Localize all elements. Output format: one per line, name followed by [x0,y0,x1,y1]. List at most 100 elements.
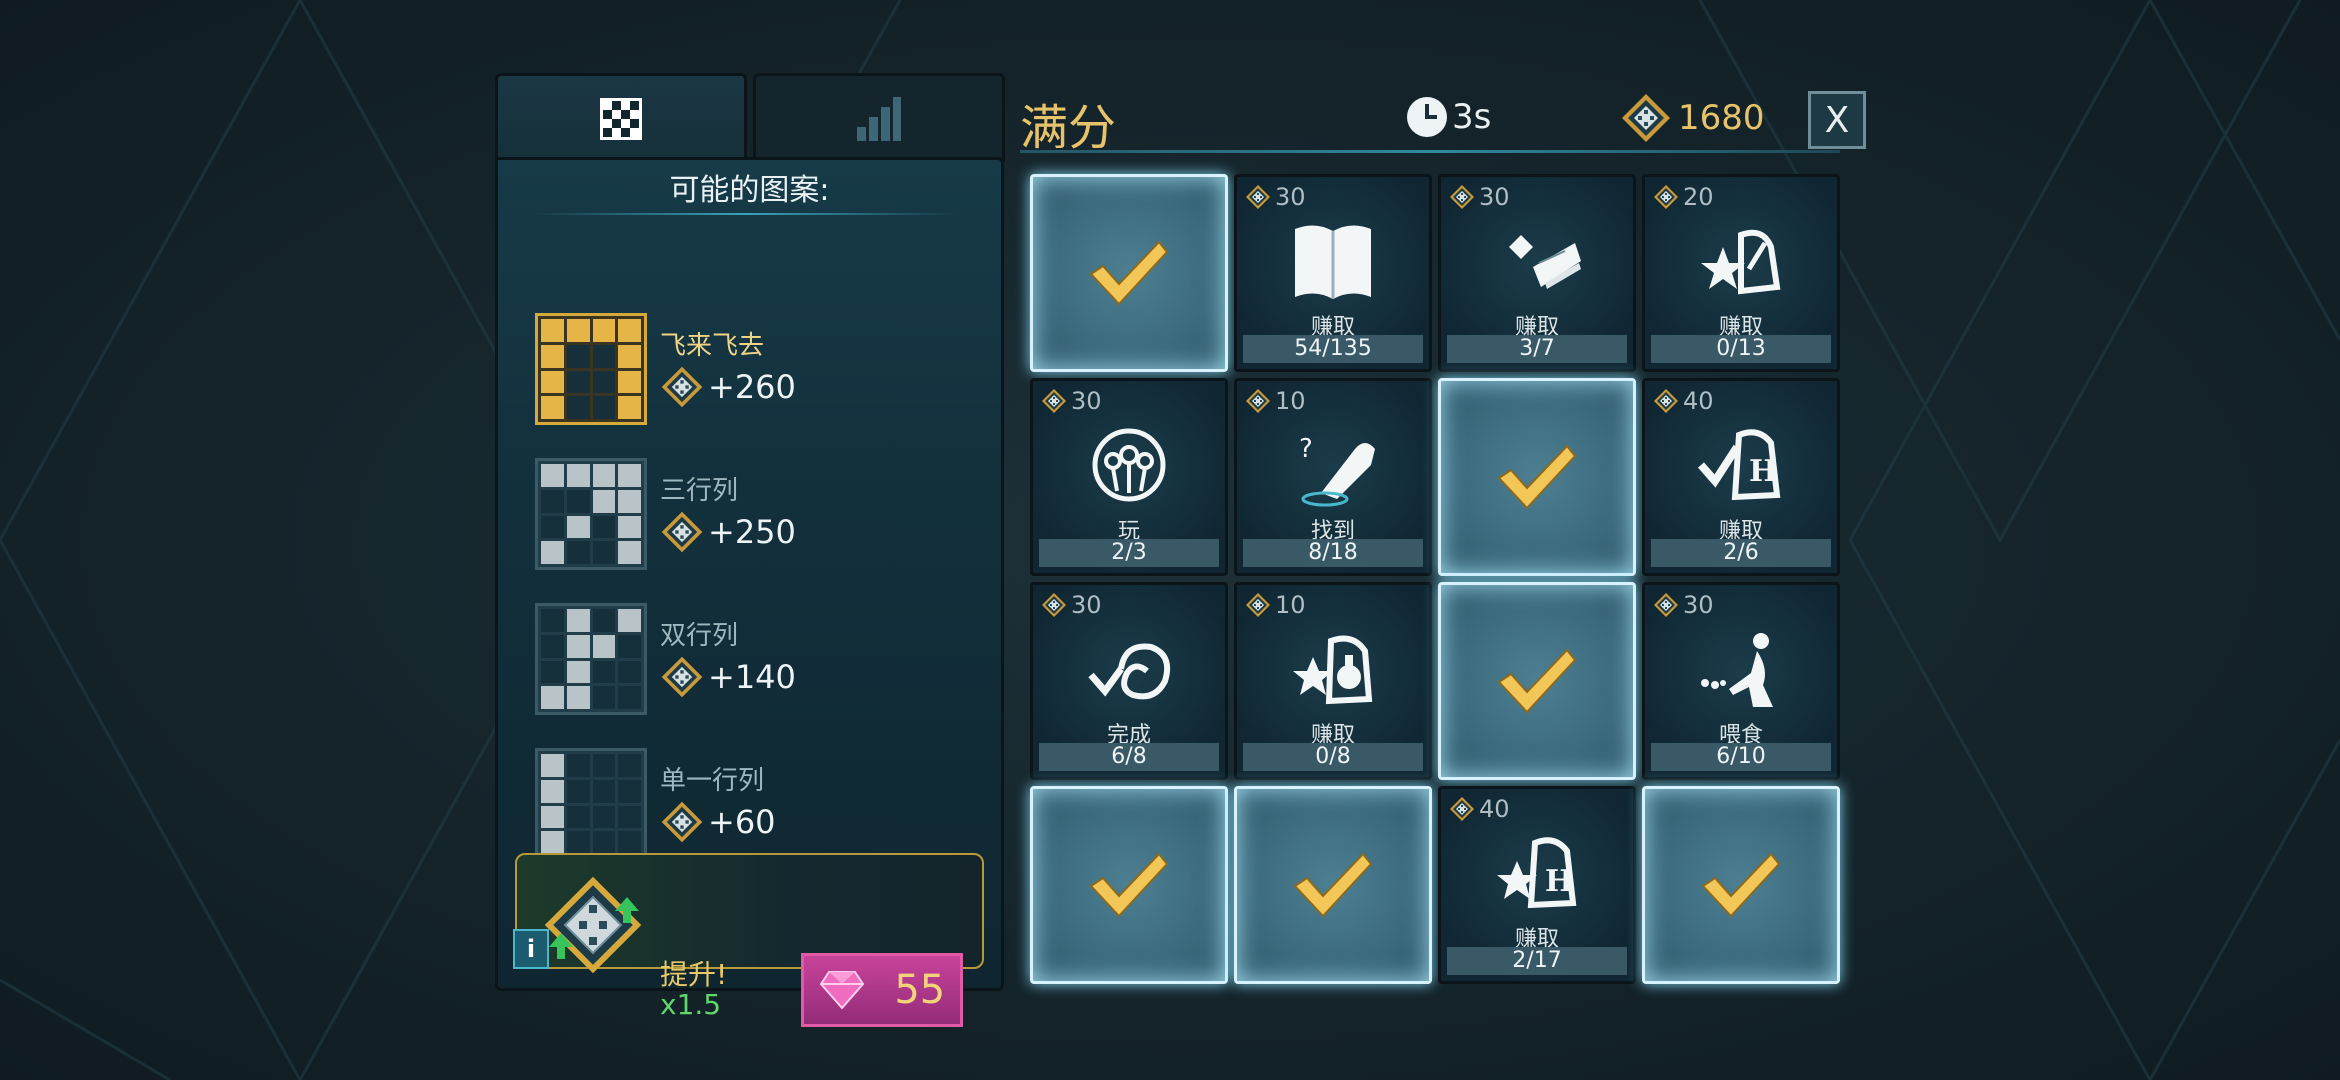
tile-reward-value: 20 [1683,183,1714,211]
challenge-tile[interactable]: 40 H 赚取 2/17 [1438,786,1636,984]
tile-progress: 2/17 [1447,947,1627,975]
tile-reward: 20 [1653,183,1714,211]
diamond-coin-icon [1246,185,1270,209]
pattern-cell [541,634,564,658]
tile-reward: 10 [1245,591,1306,619]
pattern-cell [566,779,590,803]
tile-reward: 30 [1653,591,1714,619]
coin-balance: 1680 [1620,92,1765,144]
challenge-tile[interactable]: 30 赚取 3/7 [1438,174,1636,372]
checkmark-icon [1701,852,1781,918]
pattern-cell [566,634,590,658]
checkmark-icon [1293,852,1373,918]
title-divider [535,213,955,215]
pattern-cell [592,344,616,368]
tile-progress: 6/10 [1651,743,1831,771]
completed-tile[interactable] [1438,582,1636,780]
bar-stats-icon [857,97,901,141]
pattern-cell [592,541,616,564]
challenge-tile[interactable]: 30 喂食 6/10 [1642,582,1840,780]
boost-buy-button[interactable]: 55 [801,953,963,1027]
pattern-cell [541,464,564,487]
pattern-cell [541,686,564,709]
pattern-cell [541,660,564,684]
pattern-cell [541,805,564,829]
completed-tile[interactable] [1234,786,1432,984]
pattern-cell [541,609,564,632]
tile-reward-value: 30 [1479,183,1510,211]
pattern-cell [618,609,641,632]
pattern-name: 双行列 [660,621,739,651]
diamond-coin-icon [1654,389,1678,413]
pattern-reward: +140 [660,655,796,699]
tab-patterns[interactable] [495,73,747,162]
tile-reward-value: 40 [1683,387,1714,415]
pattern-cell [618,370,641,394]
pattern-cell [592,754,616,777]
pattern-grid [535,603,647,715]
diamond-coin-icon [1246,389,1270,413]
pattern-cell [541,489,564,513]
tile-progress: 2/3 [1039,539,1219,567]
timer: 3s [1406,96,1491,138]
header-divider [1020,150,1840,153]
checkmark-icon [1089,852,1169,918]
tile-progress: 0/8 [1243,743,1423,771]
checkmark-icon [1497,648,1577,714]
pattern-name: 飞来飞去 [660,331,765,361]
diamond-coin-icon [1654,185,1678,209]
challenge-tile[interactable]: 30 玩 2/3 [1030,378,1228,576]
pattern-cell [566,660,590,684]
tile-reward: 40 [1449,795,1510,823]
svg-text:?: ? [1299,434,1313,464]
tile-reward-value: 10 [1275,591,1306,619]
pattern-cell [618,515,641,539]
challenge-tile[interactable]: 10 赚取 0/8 [1234,582,1432,780]
pattern-cell [618,489,641,513]
pattern-cell [541,541,564,564]
pattern-row: 三行列 +250 [535,458,975,578]
close-button[interactable]: X [1808,91,1866,149]
quidditch-icon [1092,428,1166,502]
pattern-cell [566,319,590,342]
pattern-grid [535,458,647,570]
completed-tile[interactable] [1642,786,1840,984]
book-icon [1295,225,1371,299]
boost-multiplier: x1.5 [660,988,722,1021]
star-potion-icon [1293,635,1373,705]
tile-progress: 0/13 [1651,335,1831,363]
diamond-coin-icon [1042,593,1066,617]
pattern-cell [618,541,641,564]
pattern-name: 单一行列 [660,766,765,796]
checker-pattern-icon [600,98,642,140]
pattern-cell [592,319,616,342]
pattern-cell [541,319,564,342]
check-swirl-icon [1088,643,1171,700]
tab-stats[interactable] [753,73,1005,162]
pattern-cell [618,754,641,777]
pattern-cell [566,396,590,419]
pattern-row: 单一行列 +60 [535,748,975,868]
challenge-tile[interactable]: 30 赚取 54/135 [1234,174,1432,372]
completed-tile[interactable] [1030,786,1228,984]
tile-progress: 6/8 [1039,743,1219,771]
pattern-reward-value: +260 [708,368,796,406]
pattern-cell [618,396,641,419]
svg-text:H: H [1545,864,1573,899]
tile-progress: 54/135 [1243,335,1423,363]
completed-tile[interactable] [1030,174,1228,372]
pattern-cell [566,831,590,854]
patterns-title: 可能的图案: [669,173,830,208]
challenge-tile[interactable]: 10? 找到 8/18 [1234,378,1432,576]
pattern-cell [592,396,616,419]
pattern-cell [618,831,641,854]
challenge-tile[interactable]: 40 H 赚取 2/6 [1642,378,1840,576]
pattern-cell [566,609,590,632]
challenge-tile[interactable]: 20 赚取 0/13 [1642,174,1840,372]
tile-reward: 30 [1041,591,1102,619]
tile-reward-value: 30 [1683,591,1714,619]
challenge-tile[interactable]: 30 完成 6/8 [1030,582,1228,780]
completed-tile[interactable] [1438,378,1636,576]
pattern-reward: +250 [660,510,796,554]
boost-diamond-icon [544,876,642,974]
